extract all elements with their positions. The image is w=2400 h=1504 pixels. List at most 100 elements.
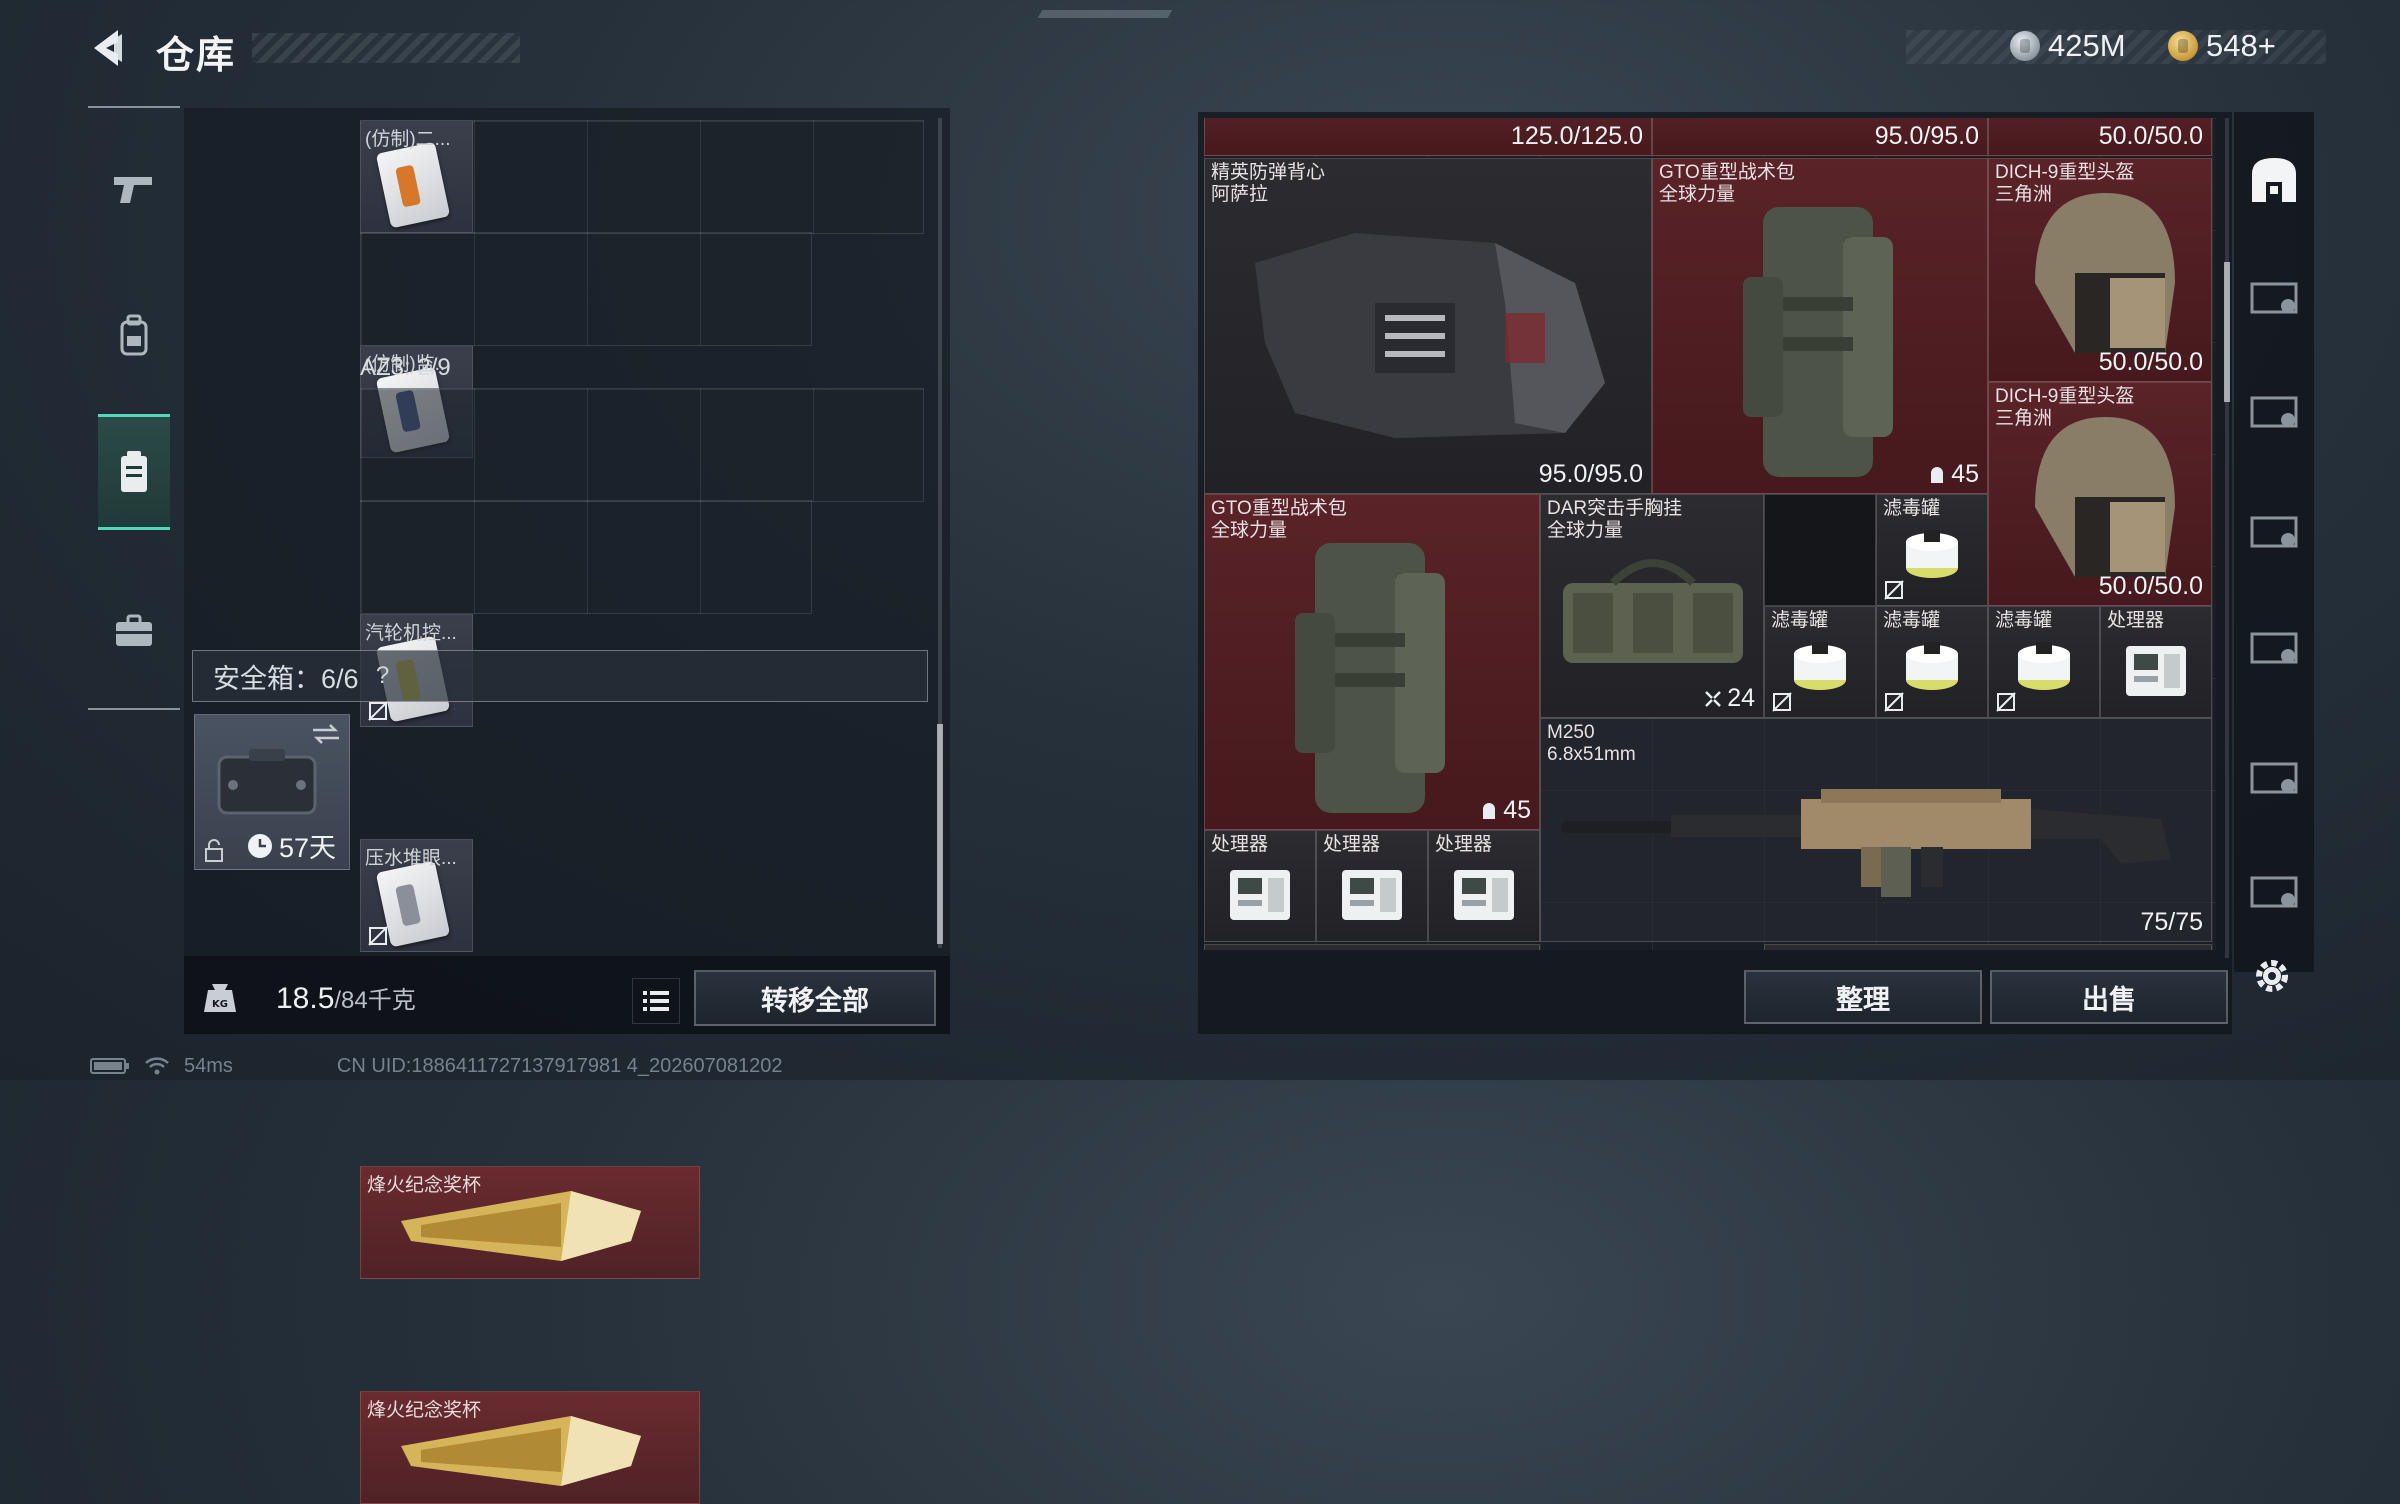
page-title: 仓库: [156, 35, 237, 77]
clock-icon: [248, 833, 272, 858]
inventory-item-processor[interactable]: 处理器: [1204, 830, 1316, 942]
storage-item[interactable]: 烽火纪念奖杯: [360, 1166, 700, 1279]
stash-overview-button[interactable]: [2238, 140, 2310, 220]
inventory-grid: 125.0/125.0 95.0/95.0 50.0/50.0 精英防弹背心 阿…: [1204, 118, 2216, 950]
no-drop-icon: [368, 926, 388, 946]
title-decoration: [252, 33, 520, 63]
inventory-item-canister[interactable]: 滤毒罐: [1876, 494, 1988, 606]
stash-tab-5[interactable]: [2238, 736, 2310, 816]
inventory-scrollbar-thumb[interactable]: [2224, 262, 2230, 402]
uid-text: CN UID:1886411727137917981 4_20260708120…: [336, 1054, 783, 1077]
transfer-all-button[interactable]: 转移全部: [694, 970, 936, 1026]
processor-image: [1342, 869, 1402, 920]
wifi-icon: [145, 1057, 169, 1075]
sort-button[interactable]: 整理: [1744, 970, 1982, 1024]
safebox-header: 安全箱：6/6 ?: [192, 650, 928, 702]
help-button[interactable]: ?: [371, 662, 395, 689]
item-name: 烽火纪念奖杯: [367, 1175, 482, 1196]
silver-currency[interactable]: 425M: [2010, 26, 2126, 66]
item-name: (仿制)二...: [365, 129, 451, 150]
item-name: M250 6.8x51mm: [1547, 722, 1636, 765]
backpack-image: [1743, 207, 1893, 477]
briefcase-icon: [116, 614, 152, 646]
item-capacity-value: 45: [1503, 796, 1531, 824]
stash-tab-6[interactable]: [2238, 850, 2310, 930]
item-name: GTO重型战术包 全球力量: [1211, 498, 1347, 541]
item-name: 滤毒罐: [1771, 610, 1829, 631]
safebox-case-image: [217, 749, 317, 815]
tab-equipment[interactable]: [98, 280, 170, 390]
storage-scrollbar-thumb[interactable]: [937, 724, 943, 944]
storage-item[interactable]: 压水堆眼...: [360, 839, 473, 952]
swap-icon[interactable]: [311, 723, 341, 745]
silver-currency-value: 425M: [2048, 28, 2126, 63]
no-drop-icon: [368, 701, 388, 721]
stash-tab-4[interactable]: [2238, 606, 2310, 686]
tab-supplies[interactable]: [98, 576, 170, 686]
az3-capacity-label: AZ3: 2/9: [360, 354, 451, 381]
inventory-item[interactable]: [1764, 944, 2212, 950]
inventory-item-chest-rig[interactable]: DAR突击手胸挂 全球力量 24: [1540, 494, 1764, 718]
item-name: 处理器: [1435, 834, 1493, 855]
inventory-item-canister[interactable]: 滤毒罐: [1764, 606, 1876, 718]
back-arrow-icon: [94, 30, 122, 66]
item-name: DICH-9重型头盔 三角洲: [1995, 386, 2135, 429]
capacity-icon: [1483, 802, 1496, 819]
inventory-item[interactable]: 125.0/125.0: [1204, 118, 1652, 156]
sell-button[interactable]: 出售: [1990, 970, 2228, 1024]
locked-stash-icon: [2250, 762, 2298, 794]
settings-button[interactable]: [2244, 948, 2300, 1004]
item-name: 处理器: [2107, 610, 2165, 631]
item-name: GTO重型战术包 全球力量: [1659, 162, 1795, 205]
storage-item[interactable]: 烽火纪念奖杯: [360, 1391, 700, 1504]
safebox-slot[interactable]: 57天: [194, 714, 350, 870]
container-grid-2-row-1: [360, 388, 924, 502]
back-button[interactable]: [86, 24, 134, 72]
inventory-item-processor[interactable]: 处理器: [2100, 606, 2212, 718]
lock-icon: [205, 839, 223, 862]
tab-weapons[interactable]: [98, 134, 170, 244]
inventory-item-backpack[interactable]: GTO重型战术包 全球力量 45: [1652, 158, 1988, 494]
item-name: 滤毒罐: [1883, 610, 1941, 631]
gold-currency[interactable]: 548+: [2168, 26, 2276, 66]
inventory-item[interactable]: 95.0/95.0: [1652, 118, 1988, 156]
stash-tab-1[interactable]: [2238, 256, 2310, 336]
helmet-image: [2035, 417, 2175, 577]
stash-tab-3[interactable]: [2238, 490, 2310, 570]
empty-slot[interactable]: [1764, 494, 1876, 606]
inventory-item-backpack[interactable]: GTO重型战术包 全球力量 45: [1204, 494, 1540, 830]
container-grid-2-row-2: [360, 500, 812, 614]
locked-stash-icon: [2250, 516, 2298, 548]
weight-readout: 18.5/84千克: [276, 980, 416, 1016]
item-capacity: 24: [1703, 684, 1755, 713]
inventory-item-processor[interactable]: 处理器: [1428, 830, 1540, 942]
inventory-item[interactable]: 50.0/50.0: [1988, 118, 2212, 156]
stash-tab-2[interactable]: [2238, 370, 2310, 450]
ping-value: 54ms: [184, 1054, 233, 1077]
inventory-item-processor[interactable]: 处理器: [1316, 830, 1428, 942]
inventory-item-canister[interactable]: 滤毒罐: [1876, 606, 1988, 718]
item-name: 处理器: [1323, 834, 1381, 855]
inventory-item-vest[interactable]: 精英防弹背心 阿萨拉 95.0/95.0: [1204, 158, 1652, 494]
inventory-scrollbar[interactable]: [2225, 118, 2229, 958]
inventory-item-canister[interactable]: 滤毒罐: [1988, 606, 2100, 718]
list-icon: [643, 991, 669, 1011]
inventory-item-m250[interactable]: M250 6.8x51mm 75/75: [1540, 718, 2212, 942]
tab-containers[interactable]: [98, 414, 170, 530]
top-decoration: [1037, 10, 1173, 18]
safebox-capacity-label: 安全箱：6/6: [213, 663, 359, 694]
canister-image: [1794, 642, 1846, 691]
vest-image: [1255, 233, 1605, 438]
list-view-button[interactable]: [632, 978, 680, 1024]
tab-rail-top-line: [88, 106, 180, 108]
inventory-item-helmet[interactable]: DICH-9重型头盔 三角洲 50.0/50.0: [1988, 382, 2212, 606]
no-drop-icon: [1884, 580, 1904, 600]
inventory-item-helmet[interactable]: DICH-9重型头盔 三角洲 50.0/50.0: [1988, 158, 2212, 382]
inventory-item[interactable]: [1204, 944, 1540, 950]
storage-item[interactable]: (仿制)二...: [360, 120, 473, 233]
item-name: 滤毒罐: [1995, 610, 2053, 631]
item-name: 汽轮机控...: [365, 623, 457, 644]
item-name: 压水堆眼...: [365, 848, 457, 869]
item-name: 烽火纪念奖杯: [367, 1400, 482, 1421]
item-name: DICH-9重型头盔 三角洲: [1995, 162, 2135, 205]
